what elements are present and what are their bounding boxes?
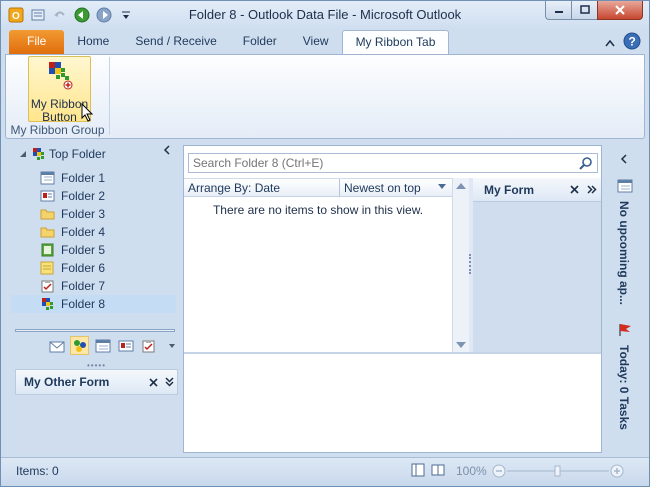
chevron-down-icon[interactable] bbox=[438, 184, 446, 189]
ribbon-group-label: My Ribbon Group bbox=[10, 123, 105, 137]
folder-item-7[interactable]: Folder 7 bbox=[11, 277, 176, 295]
contact-card-icon bbox=[40, 190, 55, 202]
configure-buttons-dropdown[interactable] bbox=[162, 336, 181, 355]
status-bar: Items: 0 100% bbox=[1, 457, 649, 486]
colored-grid-icon bbox=[33, 148, 44, 160]
folder-item-4[interactable]: Folder 4 bbox=[11, 223, 176, 241]
folder-item-2[interactable]: Folder 2 bbox=[11, 187, 176, 205]
folder-item-8[interactable]: Folder 8 bbox=[11, 295, 176, 313]
tasks-module-button[interactable] bbox=[139, 336, 158, 355]
folder-list: Folder 1 Folder 2 Folder 3 Folder 4 Fold… bbox=[11, 169, 176, 313]
expand-right-icon[interactable] bbox=[583, 182, 601, 197]
calendar-icon[interactable] bbox=[617, 179, 633, 196]
folder-item-5[interactable]: Folder 5 bbox=[11, 241, 176, 259]
my-form-title: My Form bbox=[484, 182, 535, 197]
title-bar: O Folder 8 - Outlook Data File - Microso… bbox=[1, 1, 649, 29]
minimize-ribbon-icon[interactable] bbox=[605, 36, 615, 50]
calendar-icon bbox=[40, 171, 55, 185]
calendar-module-button[interactable] bbox=[93, 336, 112, 355]
expand-triangle-icon[interactable] bbox=[19, 150, 27, 158]
calendar-icon bbox=[95, 339, 110, 352]
expand-todo-icon[interactable] bbox=[620, 153, 628, 167]
zoom-slider[interactable] bbox=[489, 463, 629, 479]
close-button[interactable] bbox=[597, 1, 643, 20]
empty-list-message: There are no items to show in this view. bbox=[212, 203, 424, 217]
mail-icon bbox=[49, 341, 64, 352]
close-icon[interactable] bbox=[565, 182, 583, 197]
scroll-up-icon[interactable] bbox=[456, 183, 466, 189]
colored-grid-icon bbox=[48, 62, 72, 90]
today-tasks-text[interactable]: Today: 0 Tasks bbox=[617, 345, 631, 430]
note-icon bbox=[40, 261, 54, 275]
contact-card-icon bbox=[118, 340, 133, 351]
list-scrollbar[interactable] bbox=[452, 178, 469, 352]
folder-item-6[interactable]: Folder 6 bbox=[11, 259, 176, 277]
sort-order-header[interactable]: Newest on top bbox=[344, 181, 421, 195]
search-input[interactable] bbox=[188, 153, 598, 173]
top-folder-label: Top Folder bbox=[49, 147, 106, 161]
my-other-form-title: My Other Form bbox=[24, 375, 110, 389]
scroll-down-icon[interactable] bbox=[456, 342, 466, 348]
reading-area-divider[interactable] bbox=[184, 352, 601, 354]
view-shortcuts bbox=[411, 463, 445, 480]
minimize-button[interactable] bbox=[545, 1, 571, 20]
main-content-pane: Arrange By: Date Newest on top There are… bbox=[183, 145, 602, 453]
nav-pane-splitter[interactable] bbox=[15, 329, 175, 332]
tab-folder[interactable]: Folder bbox=[230, 30, 290, 54]
search-icon[interactable] bbox=[579, 156, 593, 173]
custom-module-button[interactable] bbox=[70, 336, 89, 355]
mouse-cursor-icon bbox=[81, 103, 94, 122]
folder-icon bbox=[40, 227, 55, 238]
tab-my-ribbon-tab[interactable]: My Ribbon Tab bbox=[341, 30, 450, 54]
outlook-window: O Folder 8 - Outlook Data File - Microso… bbox=[0, 0, 650, 487]
folder-item-3[interactable]: Folder 3 bbox=[11, 205, 176, 223]
my-other-form-header: My Other Form bbox=[15, 369, 178, 395]
nav-module-buttons bbox=[47, 336, 181, 355]
todo-bar: No upcoming ap... Today: 0 Tasks bbox=[607, 145, 643, 453]
tab-send-receive[interactable]: Send / Receive bbox=[122, 30, 229, 54]
navigation-pane: Top Folder Folder 1 Folder 2 Folder 3 Fo… bbox=[11, 143, 180, 453]
close-icon[interactable] bbox=[145, 375, 161, 390]
ribbon-tabs: File Home Send / Receive Folder View My … bbox=[9, 30, 450, 54]
my-other-form-body bbox=[15, 395, 178, 453]
collapse-down-icon[interactable] bbox=[161, 375, 177, 390]
maximize-button[interactable] bbox=[571, 1, 597, 20]
folder-icon bbox=[40, 209, 55, 220]
folder-tree: Top Folder Folder 1 Folder 2 Folder 3 Fo… bbox=[11, 143, 180, 328]
task-clipboard-icon bbox=[142, 339, 154, 352]
list-column-header: Arrange By: Date Newest on top bbox=[184, 178, 452, 197]
window-controls bbox=[545, 1, 643, 20]
my-form-header: My Form bbox=[473, 178, 601, 202]
people-icon bbox=[73, 339, 86, 352]
task-clipboard-icon bbox=[41, 280, 54, 293]
ribbon-group-separator bbox=[109, 57, 110, 135]
column-separator[interactable] bbox=[339, 179, 340, 197]
tab-home[interactable]: Home bbox=[64, 30, 122, 54]
help-icon[interactable]: ? bbox=[623, 32, 641, 53]
items-count: Items: 0 bbox=[16, 464, 59, 478]
ribbon-panel: My Ribbon Button My Ribbon Group bbox=[5, 54, 645, 139]
colored-grid-icon bbox=[42, 298, 53, 310]
top-folder-node[interactable]: Top Folder bbox=[19, 147, 106, 161]
red-flag-icon bbox=[618, 323, 632, 340]
my-form-pane: My Form bbox=[473, 178, 601, 352]
chevron-down-icon bbox=[168, 343, 175, 348]
upcoming-appointments-text[interactable]: No upcoming ap... bbox=[617, 201, 631, 305]
arrange-by-header[interactable]: Arrange By: Date bbox=[188, 181, 280, 195]
ribbon-tab-icons: ? bbox=[605, 32, 641, 53]
svg-text:?: ? bbox=[629, 35, 636, 49]
tab-view[interactable]: View bbox=[290, 30, 342, 54]
zoom-level[interactable]: 100% bbox=[456, 464, 487, 478]
collapse-nav-icon[interactable] bbox=[163, 144, 171, 158]
folder-item-1[interactable]: Folder 1 bbox=[11, 169, 176, 187]
tab-file[interactable]: File bbox=[9, 30, 65, 54]
reading-view-icon[interactable] bbox=[431, 463, 445, 480]
contacts-module-button[interactable] bbox=[116, 336, 135, 355]
mail-module-button[interactable] bbox=[47, 336, 66, 355]
normal-view-icon[interactable] bbox=[411, 463, 425, 480]
journal-icon bbox=[41, 243, 54, 257]
